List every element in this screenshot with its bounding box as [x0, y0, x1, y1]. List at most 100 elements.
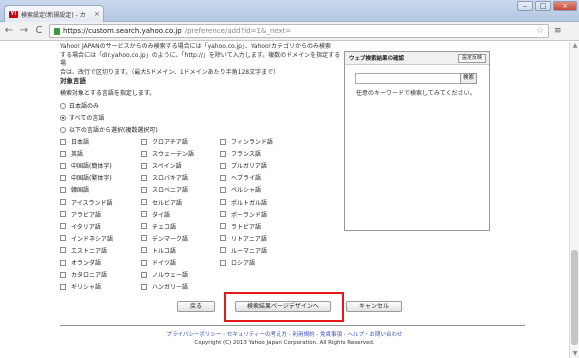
checkbox[interactable]	[141, 174, 147, 181]
language-checkbox-item[interactable]: ブルガリア語	[220, 161, 267, 170]
language-checkbox-item[interactable]: フランス語	[220, 149, 261, 158]
checkbox[interactable]	[220, 247, 226, 254]
checkbox[interactable]	[141, 223, 147, 230]
apply-settings-button[interactable]: 設定反映	[457, 54, 486, 63]
language-checkbox-item[interactable]: イタリア語	[60, 222, 101, 231]
checkbox[interactable]	[220, 150, 226, 157]
checkbox[interactable]	[220, 186, 226, 193]
checkbox[interactable]	[141, 247, 147, 254]
language-checkbox-item[interactable]: ドイツ語	[141, 258, 176, 267]
checkbox[interactable]	[220, 259, 226, 266]
checkbox[interactable]	[141, 283, 147, 290]
forward-arrow-icon[interactable]: →	[19, 26, 29, 36]
checkbox[interactable]	[60, 186, 66, 193]
checkbox[interactable]	[60, 235, 66, 242]
checkbox[interactable]	[60, 223, 66, 230]
language-checkbox-item[interactable]: オランダ語	[60, 258, 101, 267]
language-checkbox-item[interactable]: トルコ語	[141, 246, 176, 255]
back-arrow-icon[interactable]: ←	[4, 26, 14, 36]
checkbox[interactable]	[141, 186, 147, 193]
scrollbar-thumb[interactable]	[571, 250, 578, 345]
checkbox[interactable]	[60, 162, 66, 169]
checkbox[interactable]	[220, 174, 226, 181]
disclaimer-link[interactable]: 免責事項	[320, 332, 342, 338]
language-checkbox-item[interactable]: ハンガリー語	[141, 282, 188, 291]
checkbox[interactable]	[220, 199, 226, 205]
checkbox[interactable]	[141, 162, 147, 169]
radio-all-languages[interactable]: すべての言語	[60, 113, 104, 122]
language-checkbox-item[interactable]: スロベニア語	[141, 185, 188, 194]
language-checkbox-item[interactable]: セルビア語	[141, 198, 182, 207]
help-link[interactable]: ヘルプ・お問い合わせ	[348, 332, 403, 338]
language-checkbox-item[interactable]: インドネシア語	[60, 234, 113, 243]
language-checkbox-item[interactable]: エストニア語	[60, 246, 107, 255]
checkbox[interactable]	[141, 271, 147, 278]
checkbox[interactable]	[60, 247, 66, 254]
checkbox[interactable]	[141, 150, 147, 157]
terms-link[interactable]: 利用規約	[293, 332, 315, 338]
language-checkbox-item[interactable]: ペルシャ語	[220, 185, 261, 194]
language-checkbox-item[interactable]: 韓国語	[60, 185, 89, 194]
menu-icon[interactable]: ≡	[554, 26, 562, 36]
scroll-up-icon[interactable]: ▲	[570, 42, 579, 50]
language-checkbox-item[interactable]: リトアニア語	[220, 234, 267, 243]
language-checkbox-item[interactable]: ヘブライ語	[220, 173, 261, 182]
close-window-button[interactable]: ×	[553, 1, 577, 11]
language-checkbox-item[interactable]: ルーマニア語	[220, 246, 267, 255]
checkbox[interactable]	[220, 162, 226, 169]
privacy-link[interactable]: プライバシーポリシー	[166, 332, 221, 338]
minimize-button[interactable]: –	[517, 1, 533, 11]
checkbox[interactable]	[141, 235, 147, 242]
checkbox[interactable]	[60, 271, 66, 278]
tab-close-icon[interactable]: ×	[94, 10, 100, 18]
radio-japanese-only[interactable]: 日本語のみ	[60, 101, 99, 110]
language-checkbox-item[interactable]: スロバキア語	[141, 173, 188, 182]
checkbox[interactable]	[141, 138, 147, 145]
checkbox[interactable]	[60, 150, 66, 157]
cancel-button[interactable]: キャンセル	[346, 301, 402, 312]
checkbox[interactable]	[60, 174, 66, 181]
language-checkbox-item[interactable]: アラビア語	[60, 210, 101, 219]
address-bar[interactable]: https://custom.search.yahoo.co.jp/prefer…	[49, 24, 549, 38]
checkbox[interactable]	[141, 211, 147, 218]
checkbox[interactable]	[220, 235, 226, 242]
checkbox[interactable]	[141, 199, 147, 205]
language-checkbox-item[interactable]: ロシア語	[220, 258, 255, 267]
language-checkbox-item[interactable]: カタロニア語	[60, 270, 107, 279]
language-checkbox-item[interactable]: ギリシャ語	[60, 282, 101, 291]
language-checkbox-item[interactable]: デンマーク語	[141, 234, 188, 243]
language-checkbox-item[interactable]: ラトビア語	[220, 222, 261, 231]
radio-select-languages[interactable]: 以下の言語から選択(複数選択可)	[60, 125, 158, 134]
preview-search-input[interactable]	[355, 73, 461, 84]
reload-icon[interactable]: C	[34, 26, 44, 36]
checkbox[interactable]	[60, 138, 66, 145]
scrollbar[interactable]: ▲ ▼	[569, 42, 579, 358]
language-checkbox-item[interactable]: タイ語	[141, 210, 170, 219]
language-checkbox-item[interactable]: チェコ語	[141, 222, 176, 231]
language-checkbox-item[interactable]: ポーランド語	[220, 210, 267, 219]
checkbox[interactable]	[220, 138, 226, 145]
bookmark-star-icon[interactable]: ☆	[536, 26, 544, 36]
language-checkbox-item[interactable]: スウェーデン語	[141, 149, 194, 158]
checkbox[interactable]	[220, 223, 226, 230]
checkbox[interactable]	[60, 211, 66, 218]
radio-circle[interactable]	[60, 114, 66, 121]
language-checkbox-item[interactable]: 日本語	[60, 137, 89, 146]
language-checkbox-item[interactable]: スペイン語	[141, 161, 182, 170]
language-checkbox-item[interactable]: ポルトガル語	[220, 198, 267, 207]
checkbox[interactable]	[141, 259, 147, 266]
language-checkbox-item[interactable]: アイスランド語	[60, 198, 113, 207]
radio-circle[interactable]	[60, 102, 66, 109]
language-checkbox-item[interactable]: 中国語(簡体字)	[60, 161, 112, 170]
language-checkbox-item[interactable]: ノルウェー語	[141, 270, 188, 279]
checkbox[interactable]	[60, 259, 66, 266]
language-checkbox-item[interactable]: クロアチア語	[141, 137, 188, 146]
language-checkbox-item[interactable]: フィンランド語	[220, 137, 273, 146]
checkbox[interactable]	[60, 283, 66, 290]
back-button[interactable]: 戻る	[177, 301, 215, 312]
language-checkbox-item[interactable]: 英語	[60, 149, 83, 158]
scroll-down-icon[interactable]: ▼	[570, 350, 579, 358]
checkbox[interactable]	[60, 199, 66, 205]
checkbox[interactable]	[220, 211, 226, 218]
maximize-button[interactable]: □	[535, 1, 551, 11]
